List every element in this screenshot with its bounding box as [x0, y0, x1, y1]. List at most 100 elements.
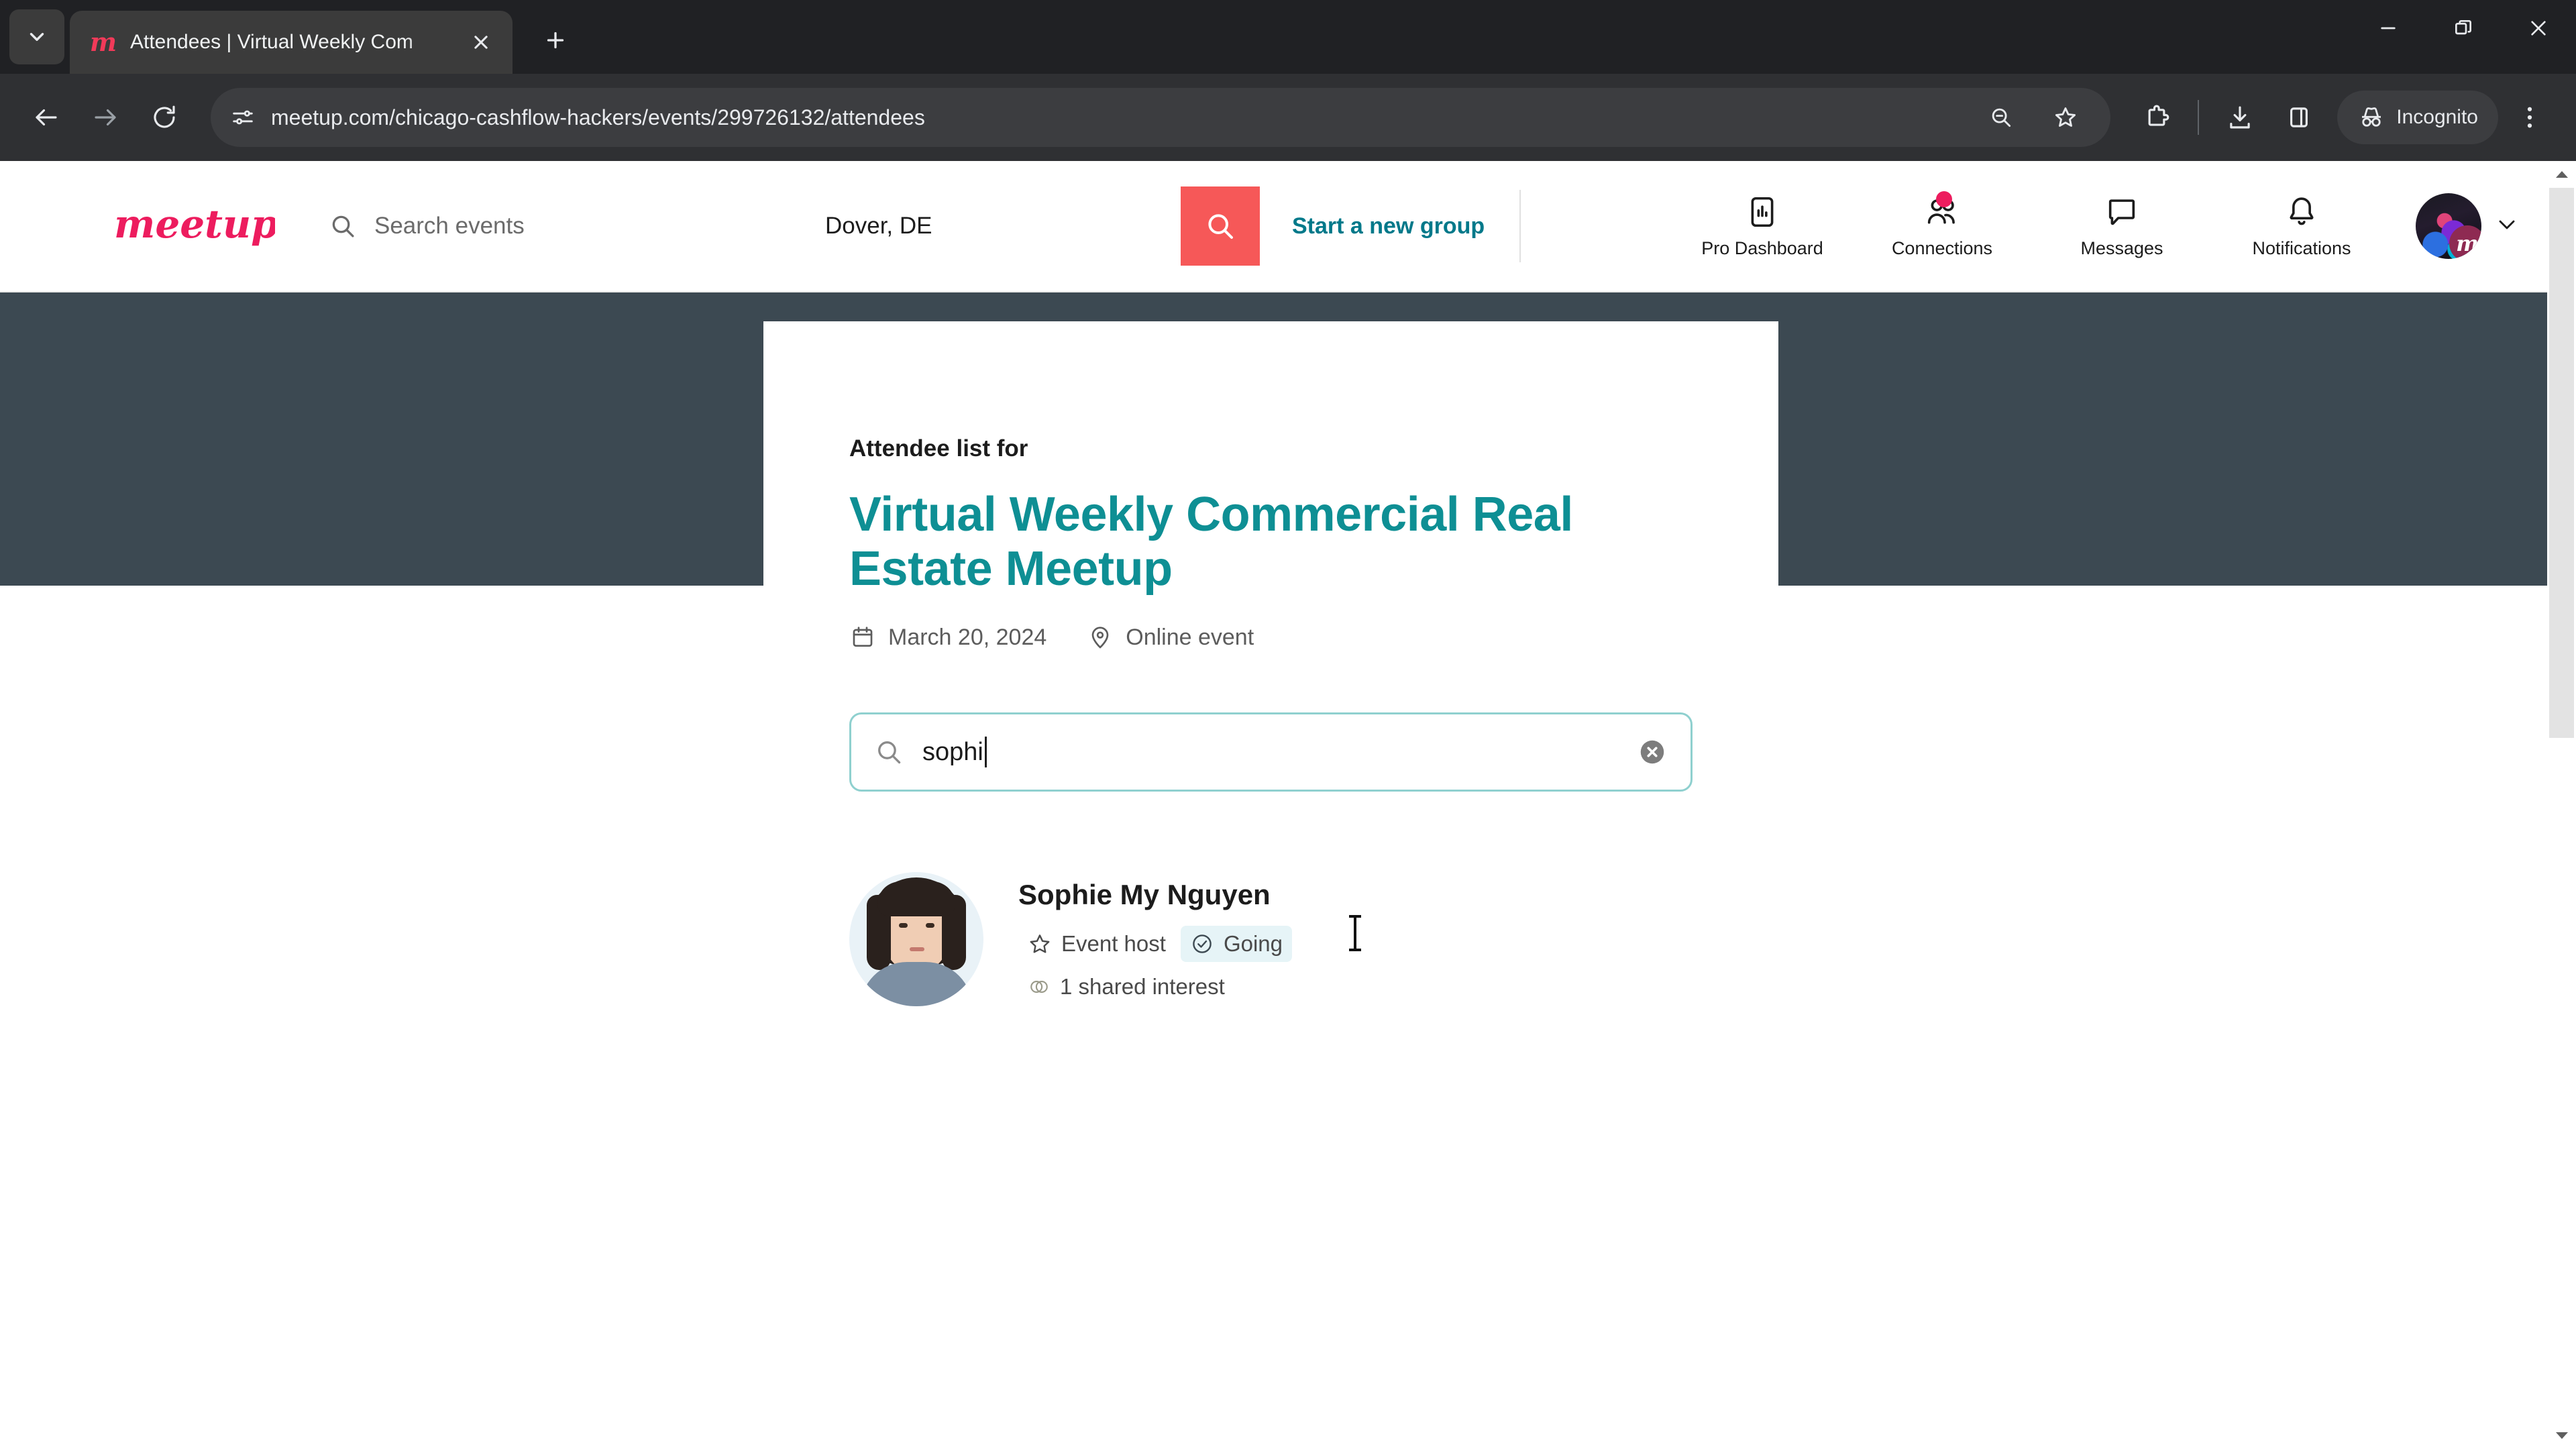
status-badge-label: Going: [1223, 931, 1283, 957]
downloads-button[interactable]: [2212, 90, 2267, 145]
calendar-icon: [853, 627, 873, 647]
nav-label: Connections: [1891, 237, 1993, 258]
search-submit-button[interactable]: [1181, 186, 1260, 266]
header-divider: [1519, 190, 1521, 262]
list-item[interactable]: Sophie My Nguyen Event host Going 1 shar…: [849, 872, 1693, 1007]
user-menu-chevron: [2493, 211, 2520, 241]
nav-item-messages[interactable]: Messages: [2032, 194, 2212, 259]
attendee-search-field[interactable]: sophi: [849, 712, 1693, 792]
scrollbar-thumb[interactable]: [2549, 188, 2574, 738]
attendee-list: Sophie My Nguyen Event host Going 1 shar…: [849, 872, 1693, 1087]
forward-button[interactable]: [78, 90, 133, 145]
new-tab-button[interactable]: [530, 15, 581, 66]
start-a-new-group-link[interactable]: Start a new group: [1292, 213, 1485, 239]
arrow-right-icon: [95, 109, 116, 126]
arrow-left-icon: [36, 109, 57, 126]
back-button[interactable]: [19, 90, 74, 145]
minimize-button[interactable]: [2351, 0, 2426, 56]
attendee-search-input[interactable]: sophi: [922, 737, 1618, 768]
avatar: m: [2416, 193, 2481, 259]
incognito-icon: [2362, 107, 2381, 127]
page-title[interactable]: Virtual Weekly Commercial Real Estate Me…: [849, 488, 1693, 596]
meetup-logo[interactable]: meetup: [114, 197, 275, 255]
search-icon: [332, 215, 354, 237]
browser-window: m Attendees | Virtual Weekly Com meetup.…: [0, 0, 2576, 1449]
chevron-down-icon: [2499, 220, 2515, 229]
tab-close-button[interactable]: [464, 25, 498, 59]
nav-item-pro-dashboard[interactable]: Pro Dashboard: [1672, 194, 1852, 259]
reload-button[interactable]: [137, 90, 192, 145]
svg-text:meetup: meetup: [114, 201, 275, 247]
clear-search-button[interactable]: [1637, 737, 1668, 767]
close-window-button[interactable]: [2501, 0, 2576, 56]
browser-menu-button[interactable]: [2502, 90, 2557, 145]
page-eyebrow: Attendee list for: [849, 435, 1028, 462]
url-text: meetup.com/chicago-cashflow-hackers/even…: [271, 105, 925, 129]
event-location-text: Online event: [1126, 624, 1254, 650]
nav-label: Pro Dashboard: [1701, 237, 1823, 258]
nav-item-connections[interactable]: Connections: [1852, 191, 2032, 259]
event-host-badge: Event host: [1018, 926, 1175, 962]
address-bar[interactable]: meetup.com/chicago-cashflow-hackers/even…: [211, 88, 2111, 147]
site-header: meetup Start a new group P: [0, 161, 2547, 292]
people-icon: [1924, 191, 1960, 230]
attendee-avatar[interactable]: [849, 872, 983, 1007]
location-input[interactable]: [825, 213, 1181, 239]
user-menu[interactable]: m: [2416, 193, 2520, 259]
tab-search-button[interactable]: [9, 9, 64, 64]
zoom-out-icon: [1992, 108, 2011, 127]
side-panel-icon: [2290, 107, 2308, 127]
window-controls: [2351, 0, 2576, 74]
zoom-button[interactable]: [1974, 90, 2029, 145]
star-icon: [1030, 934, 1050, 953]
attendee-tags: Event host Going: [1018, 926, 1292, 963]
header-nav: Pro Dashboard Connections Messages Notif…: [1672, 191, 2547, 259]
nav-item-notifications[interactable]: Notifications: [2212, 194, 2392, 259]
side-panel-button[interactable]: [2271, 90, 2326, 145]
plus-icon: [547, 32, 564, 49]
maximize-button[interactable]: [2426, 0, 2501, 56]
bookmark-button[interactable]: [2038, 90, 2093, 145]
attendee-name[interactable]: Sophie My Nguyen: [1018, 879, 1292, 911]
meetup-wordmark-icon: meetup: [114, 201, 275, 247]
search-icon: [878, 741, 901, 764]
location-pin-icon: [1091, 627, 1109, 649]
event-date: March 20, 2024: [849, 624, 1046, 651]
clear-circle-icon: [1640, 741, 1664, 764]
page-scrollbar[interactable]: [2547, 161, 2576, 1449]
nav-label: Notifications: [2252, 237, 2351, 258]
scrollbar-track[interactable]: [2547, 188, 2576, 1422]
site-search-field[interactable]: [329, 212, 825, 240]
connections-badge: [1936, 191, 1952, 207]
puzzle-icon: [2148, 105, 2169, 126]
bar-chart-icon: [1744, 194, 1780, 230]
venn-diagram-icon: [1030, 981, 1048, 994]
attendee-search-value: sophi: [922, 737, 983, 766]
avatar-meetup-badge: m: [2449, 225, 2481, 259]
search-input[interactable]: [374, 213, 825, 239]
three-dot-menu-icon: [2527, 107, 2532, 128]
site-info-button[interactable]: [228, 103, 258, 132]
triangle-down-icon: [2555, 1432, 2568, 1439]
tune-icon: [233, 110, 253, 125]
tab-title: Attendees | Virtual Weekly Com: [130, 31, 413, 53]
incognito-indicator[interactable]: Incognito: [2337, 91, 2498, 144]
browser-tab[interactable]: m Attendees | Virtual Weekly Com: [70, 11, 513, 74]
check-circle-icon: [1193, 934, 1212, 954]
scroll-down-button[interactable]: [2547, 1422, 2576, 1449]
page-viewport: meetup Start a new group P: [0, 161, 2576, 1449]
restore-icon: [2455, 20, 2471, 35]
status-badge: Going: [1180, 926, 1292, 963]
event-host-label: Event host: [1061, 931, 1166, 957]
tab-strip: m Attendees | Virtual Weekly Com: [0, 0, 2576, 74]
toolbar-divider: [2198, 100, 2200, 135]
omnibox-actions: [1974, 90, 2093, 145]
chat-bubble-icon: [2104, 194, 2140, 230]
browser-toolbar: meetup.com/chicago-cashflow-hackers/even…: [0, 74, 2576, 161]
location-field[interactable]: [825, 213, 1181, 239]
text-caret: [984, 737, 987, 768]
extensions-button[interactable]: [2129, 90, 2184, 145]
scroll-up-button[interactable]: [2547, 161, 2576, 188]
triangle-up-icon: [2555, 171, 2568, 178]
attendee-info: Sophie My Nguyen Event host Going 1 shar…: [1018, 872, 1292, 1000]
